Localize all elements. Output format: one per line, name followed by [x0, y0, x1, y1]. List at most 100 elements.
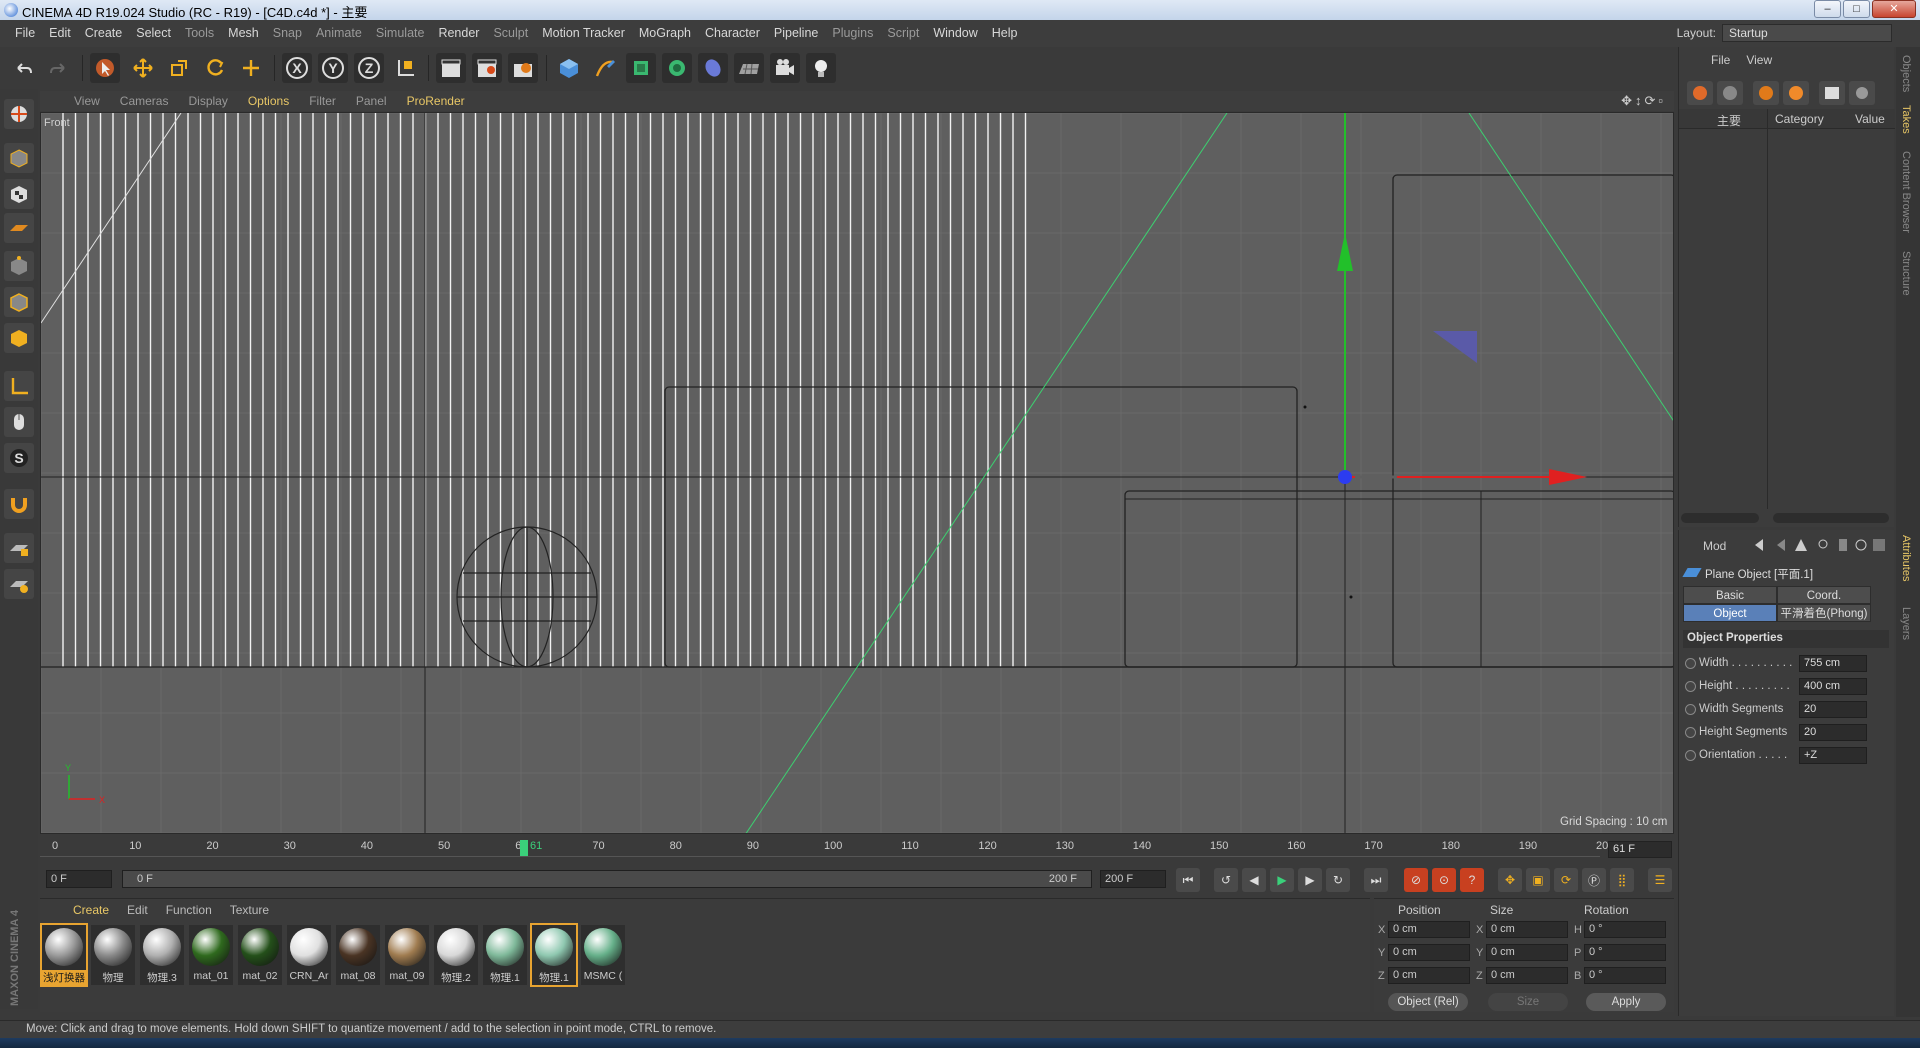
takes-menu-view[interactable]: View [1738, 53, 1780, 67]
workplane-mode-button[interactable] [4, 213, 34, 243]
side-tab-takes[interactable]: Takes [1900, 105, 1912, 134]
menu-file[interactable]: File [8, 26, 42, 40]
previous-frame-button[interactable]: ◀ [1242, 868, 1266, 892]
cube-object-button[interactable] [554, 53, 584, 83]
rotation-field[interactable]: 0 ° [1584, 944, 1666, 961]
subdivision-surface-button[interactable] [626, 53, 656, 83]
play-button[interactable]: ▶ [1270, 868, 1294, 892]
make-editable-button[interactable] [4, 99, 34, 129]
tab-coord[interactable]: Coord. [1777, 586, 1871, 604]
end-frame-field[interactable]: 200 F [1100, 870, 1166, 888]
material-menu-edit[interactable]: Edit [118, 903, 157, 917]
viewport-menu-panel[interactable]: Panel [346, 94, 397, 108]
coordinate-system-button[interactable] [390, 53, 420, 83]
position-field[interactable]: 0 cm [1388, 967, 1470, 984]
texture-mode-button[interactable] [4, 179, 34, 209]
menu-mograph[interactable]: MoGraph [632, 26, 698, 40]
size-field[interactable]: 0 cm [1486, 944, 1568, 961]
menu-help[interactable]: Help [985, 26, 1025, 40]
previous-key-button[interactable]: ↺ [1214, 868, 1238, 892]
material-swatch[interactable]: 物理 [91, 925, 135, 985]
size-field[interactable]: 0 cm [1486, 921, 1568, 938]
start-frame-field[interactable]: 0 F [46, 870, 112, 888]
material-swatch[interactable]: 物理.1 [530, 923, 578, 987]
move-tool-button[interactable] [128, 53, 158, 83]
side-tab-attributes[interactable]: Attributes [1900, 535, 1912, 581]
menu-script[interactable]: Script [880, 26, 926, 40]
close-button[interactable]: ✕ [1872, 0, 1916, 18]
redo-button[interactable] [44, 53, 74, 83]
layout-dropdown[interactable]: Startup [1722, 24, 1892, 42]
undo-button[interactable] [8, 53, 38, 83]
menu-tools[interactable]: Tools [178, 26, 221, 40]
tweak-mode-button[interactable] [4, 407, 34, 437]
material-swatch[interactable]: 物理.1 [483, 925, 527, 985]
side-tab-content-browser[interactable]: Content Browser [1900, 151, 1912, 233]
tab-phong[interactable]: 平滑着色(Phong) [1777, 604, 1871, 622]
material-swatch[interactable]: mat_01 [189, 925, 233, 985]
timeline-ruler[interactable]: 0102030405060708090100110120130140150160… [40, 836, 1674, 860]
property-value-field[interactable]: 755 cm [1799, 655, 1867, 672]
locked-workplane-button[interactable] [4, 569, 34, 599]
property-value-field[interactable]: +Z [1799, 747, 1867, 764]
material-swatch[interactable]: MSMC ( [581, 925, 625, 985]
size-field[interactable]: 0 cm [1486, 967, 1568, 984]
position-field[interactable]: 0 cm [1388, 944, 1470, 961]
key-scale-button[interactable]: ▣ [1526, 868, 1550, 892]
takes-scrollbar-right[interactable] [1773, 513, 1889, 523]
rotate-tool-button[interactable] [200, 53, 230, 83]
material-swatch[interactable]: CRN_Ar [287, 925, 331, 985]
viewport-menu-prorender[interactable]: ProRender [397, 94, 475, 108]
go-to-end-button[interactable]: ⏭ [1364, 868, 1388, 892]
menu-create[interactable]: Create [78, 26, 130, 40]
side-tab-layers[interactable]: Layers [1900, 607, 1912, 640]
menu-snap[interactable]: Snap [266, 26, 309, 40]
viewport-menu-filter[interactable]: Filter [299, 94, 346, 108]
category-column-header[interactable]: Category [1775, 112, 1824, 126]
viewport-menu-options[interactable]: Options [238, 94, 299, 108]
material-swatch[interactable]: 物理.3 [140, 925, 184, 985]
material-swatch[interactable]: mat_08 [336, 925, 380, 985]
material-menu-texture[interactable]: Texture [221, 903, 278, 917]
cloner-button[interactable] [662, 53, 692, 83]
points-mode-button[interactable] [4, 251, 34, 281]
material-menu-create[interactable]: Create [64, 903, 118, 917]
rotation-field[interactable]: 0 ° [1584, 921, 1666, 938]
menu-plugins[interactable]: Plugins [825, 26, 880, 40]
material-swatch[interactable]: mat_09 [385, 925, 429, 985]
menu-render[interactable]: Render [431, 26, 486, 40]
viewport-menu-view[interactable]: View [64, 94, 110, 108]
render-settings-button[interactable] [508, 53, 538, 83]
animate-radio[interactable] [1685, 658, 1696, 669]
attribute-mode-menu[interactable]: Mod [1703, 539, 1726, 553]
position-field[interactable]: 0 cm [1388, 921, 1470, 938]
workplane-lock-button[interactable] [4, 533, 34, 563]
coordinate-mode-dropdown[interactable]: Object (Rel) [1388, 993, 1468, 1011]
menu-window[interactable]: Window [926, 26, 984, 40]
x-axis-lock-button[interactable]: X [282, 53, 312, 83]
timeline-button[interactable]: ☰ [1648, 868, 1672, 892]
floor-button[interactable] [734, 53, 764, 83]
property-value-field[interactable]: 400 cm [1799, 678, 1867, 695]
menu-pipeline[interactable]: Pipeline [767, 26, 825, 40]
property-value-field[interactable]: 20 [1799, 701, 1867, 718]
render-view-button[interactable] [436, 53, 466, 83]
menu-edit[interactable]: Edit [42, 26, 78, 40]
apply-button[interactable]: Apply [1586, 993, 1666, 1011]
animate-radio[interactable] [1685, 681, 1696, 692]
scale-tool-button[interactable] [164, 53, 194, 83]
record-keys-button[interactable]: ⊘ [1404, 868, 1428, 892]
takes-menu-file[interactable]: File [1703, 53, 1738, 67]
keyframe-selection-button[interactable]: ? [1460, 868, 1484, 892]
menu-character[interactable]: Character [698, 26, 767, 40]
animate-radio[interactable] [1685, 704, 1696, 715]
maximize-button[interactable]: □ [1843, 0, 1870, 18]
material-swatch[interactable]: mat_02 [238, 925, 282, 985]
recent-tool-button[interactable] [236, 53, 266, 83]
render-picture-viewer-button[interactable] [472, 53, 502, 83]
polygons-mode-button[interactable] [4, 323, 34, 353]
size-mode-dropdown[interactable]: Size [1488, 993, 1568, 1011]
menu-mesh[interactable]: Mesh [221, 26, 266, 40]
key-parameter-button[interactable]: Ⓟ [1582, 868, 1606, 892]
viewport-menu-display[interactable]: Display [178, 94, 237, 108]
